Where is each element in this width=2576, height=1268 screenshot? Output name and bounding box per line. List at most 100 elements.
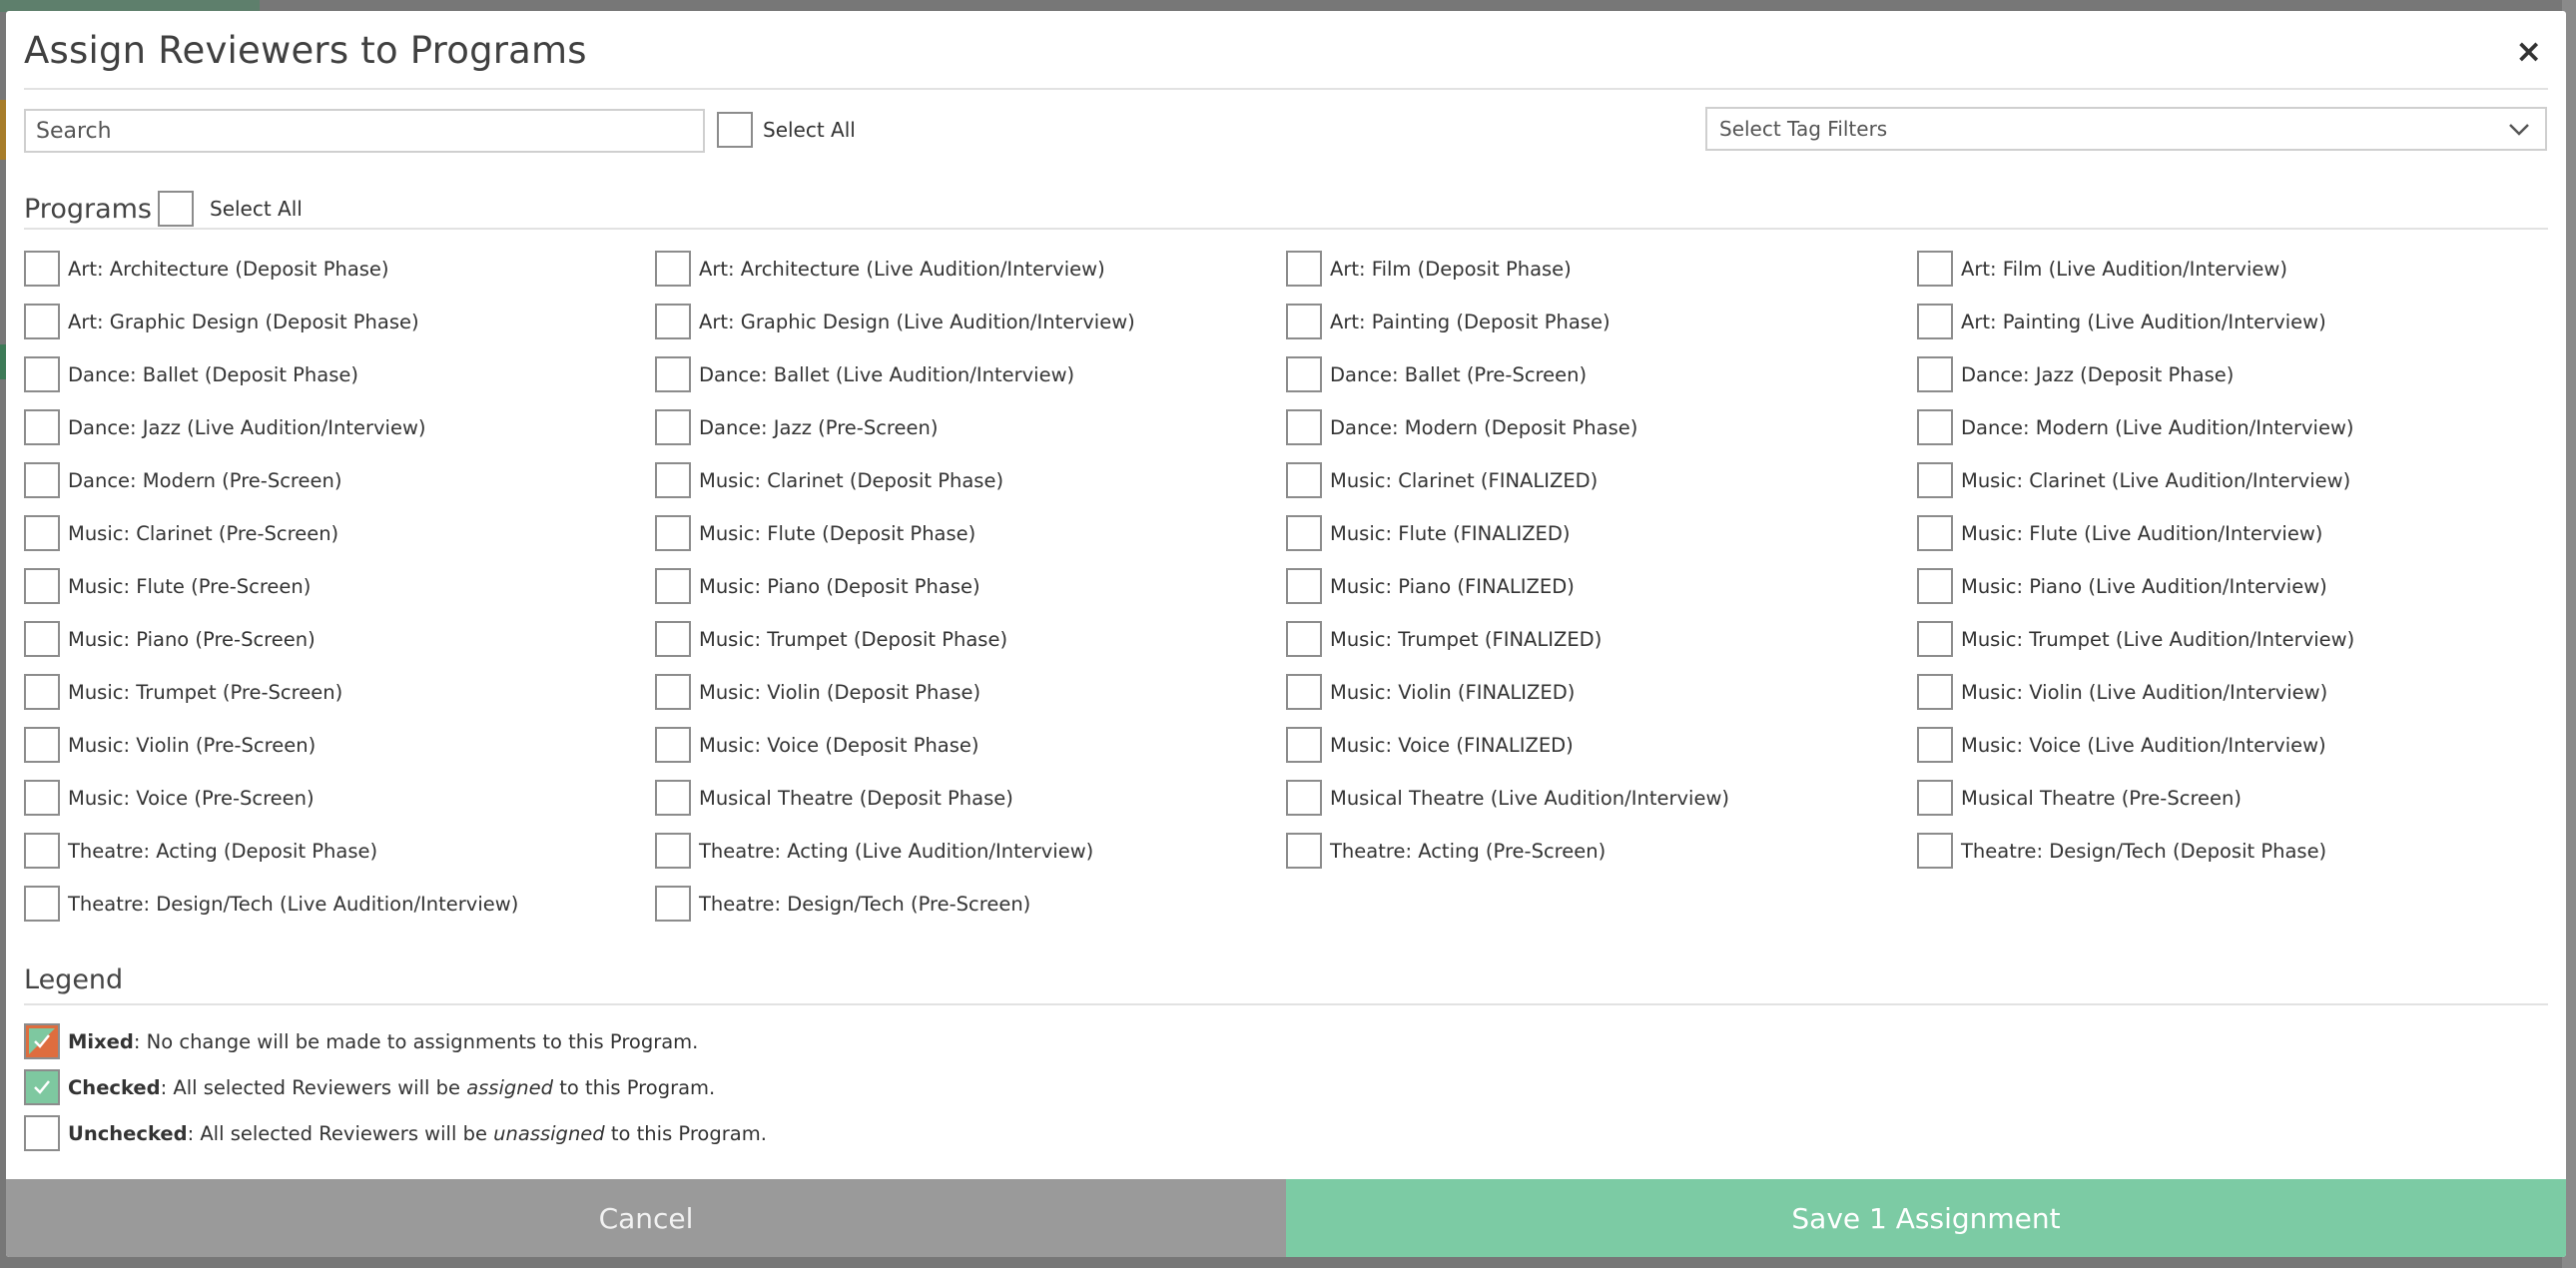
program-checkbox[interactable] (655, 780, 691, 816)
program-item[interactable]: Music: Violin (Deposit Phase) (655, 674, 1286, 710)
program-item[interactable]: Art: Painting (Deposit Phase) (1286, 304, 1917, 339)
program-checkbox[interactable] (1917, 251, 1953, 287)
select-all-search-results[interactable]: Select All (717, 112, 856, 148)
program-checkbox[interactable] (655, 727, 691, 763)
program-item[interactable]: Music: Clarinet (Deposit Phase) (655, 462, 1286, 498)
program-checkbox[interactable] (655, 833, 691, 869)
program-checkbox[interactable] (1917, 462, 1953, 498)
program-item[interactable]: Dance: Modern (Live Audition/Interview) (1917, 409, 2548, 445)
program-item[interactable]: Music: Voice (Deposit Phase) (655, 727, 1286, 763)
program-item[interactable]: Dance: Jazz (Deposit Phase) (1917, 356, 2548, 392)
program-checkbox[interactable] (1917, 356, 1953, 392)
save-assignment-button[interactable]: Save 1 Assignment (1286, 1179, 2566, 1257)
program-item[interactable]: Music: Flute (Live Audition/Interview) (1917, 515, 2548, 551)
program-checkbox[interactable] (24, 356, 60, 392)
program-item[interactable]: Musical Theatre (Live Audition/Interview… (1286, 780, 1917, 816)
programs-select-all-checkbox[interactable] (158, 191, 194, 227)
program-checkbox[interactable] (655, 568, 691, 604)
program-checkbox[interactable] (1286, 515, 1322, 551)
program-item[interactable]: Art: Film (Live Audition/Interview) (1917, 251, 2548, 287)
program-checkbox[interactable] (655, 674, 691, 710)
program-item[interactable]: Musical Theatre (Pre-Screen) (1917, 780, 2548, 816)
program-item[interactable]: Music: Flute (FINALIZED) (1286, 515, 1917, 551)
program-checkbox[interactable] (655, 251, 691, 287)
program-item[interactable]: Theatre: Design/Tech (Live Audition/Inte… (24, 886, 655, 922)
search-input[interactable] (24, 109, 705, 153)
program-checkbox[interactable] (655, 621, 691, 657)
program-item[interactable]: Music: Trumpet (Deposit Phase) (655, 621, 1286, 657)
program-checkbox[interactable] (24, 409, 60, 445)
program-item[interactable]: Theatre: Design/Tech (Pre-Screen) (655, 886, 1286, 922)
program-item[interactable]: Music: Trumpet (Pre-Screen) (24, 674, 655, 710)
program-item[interactable]: Music: Violin (Live Audition/Interview) (1917, 674, 2548, 710)
program-item[interactable]: Music: Violin (FINALIZED) (1286, 674, 1917, 710)
program-item[interactable]: Art: Architecture (Live Audition/Intervi… (655, 251, 1286, 287)
program-checkbox[interactable] (1286, 251, 1322, 287)
program-item[interactable]: Music: Voice (FINALIZED) (1286, 727, 1917, 763)
tag-filter-dropdown[interactable]: Select Tag Filters (1705, 107, 2547, 151)
program-item[interactable]: Music: Voice (Pre-Screen) (24, 780, 655, 816)
program-item[interactable]: Music: Clarinet (Live Audition/Interview… (1917, 462, 2548, 498)
program-checkbox[interactable] (24, 727, 60, 763)
program-checkbox[interactable] (1917, 568, 1953, 604)
program-item[interactable]: Art: Architecture (Deposit Phase) (24, 251, 655, 287)
program-item[interactable]: Dance: Jazz (Pre-Screen) (655, 409, 1286, 445)
program-checkbox[interactable] (24, 304, 60, 339)
program-checkbox[interactable] (1286, 674, 1322, 710)
program-checkbox[interactable] (1917, 621, 1953, 657)
program-item[interactable]: Art: Graphic Design (Deposit Phase) (24, 304, 655, 339)
program-item[interactable]: Music: Trumpet (Live Audition/Interview) (1917, 621, 2548, 657)
program-checkbox[interactable] (24, 833, 60, 869)
program-item[interactable]: Music: Trumpet (FINALIZED) (1286, 621, 1917, 657)
program-item[interactable]: Theatre: Acting (Deposit Phase) (24, 833, 655, 869)
program-checkbox[interactable] (655, 356, 691, 392)
program-item[interactable]: Dance: Ballet (Pre-Screen) (1286, 356, 1917, 392)
program-checkbox[interactable] (1286, 462, 1322, 498)
program-checkbox[interactable] (655, 409, 691, 445)
program-item[interactable]: Dance: Ballet (Deposit Phase) (24, 356, 655, 392)
program-checkbox[interactable] (655, 515, 691, 551)
program-item[interactable]: Music: Piano (Pre-Screen) (24, 621, 655, 657)
program-checkbox[interactable] (1286, 304, 1322, 339)
program-checkbox[interactable] (1286, 833, 1322, 869)
program-item[interactable]: Music: Flute (Deposit Phase) (655, 515, 1286, 551)
program-item[interactable]: Music: Piano (Live Audition/Interview) (1917, 568, 2548, 604)
program-checkbox[interactable] (1286, 780, 1322, 816)
program-item[interactable]: Dance: Modern (Deposit Phase) (1286, 409, 1917, 445)
program-item[interactable]: Theatre: Design/Tech (Deposit Phase) (1917, 833, 2548, 869)
program-checkbox[interactable] (1286, 621, 1322, 657)
program-checkbox[interactable] (1917, 515, 1953, 551)
program-checkbox[interactable] (655, 462, 691, 498)
program-item[interactable]: Art: Painting (Live Audition/Interview) (1917, 304, 2548, 339)
program-checkbox[interactable] (24, 886, 60, 922)
program-checkbox[interactable] (1917, 304, 1953, 339)
program-checkbox[interactable] (1917, 409, 1953, 445)
program-checkbox[interactable] (1286, 409, 1322, 445)
program-item[interactable]: Dance: Ballet (Live Audition/Interview) (655, 356, 1286, 392)
program-checkbox[interactable] (24, 462, 60, 498)
program-item[interactable]: Music: Voice (Live Audition/Interview) (1917, 727, 2548, 763)
program-item[interactable]: Music: Flute (Pre-Screen) (24, 568, 655, 604)
close-icon[interactable]: × (2515, 29, 2542, 73)
program-item[interactable]: Dance: Jazz (Live Audition/Interview) (24, 409, 655, 445)
cancel-button[interactable]: Cancel (6, 1179, 1286, 1257)
program-item[interactable]: Music: Clarinet (FINALIZED) (1286, 462, 1917, 498)
program-item[interactable]: Dance: Modern (Pre-Screen) (24, 462, 655, 498)
program-checkbox[interactable] (655, 304, 691, 339)
program-item[interactable]: Musical Theatre (Deposit Phase) (655, 780, 1286, 816)
program-checkbox[interactable] (1917, 727, 1953, 763)
program-item[interactable]: Music: Violin (Pre-Screen) (24, 727, 655, 763)
program-checkbox[interactable] (24, 780, 60, 816)
program-checkbox[interactable] (24, 251, 60, 287)
program-checkbox[interactable] (1917, 780, 1953, 816)
program-checkbox[interactable] (24, 621, 60, 657)
program-checkbox[interactable] (24, 568, 60, 604)
program-item[interactable]: Music: Piano (Deposit Phase) (655, 568, 1286, 604)
program-checkbox[interactable] (1917, 833, 1953, 869)
program-checkbox[interactable] (1286, 727, 1322, 763)
program-checkbox[interactable] (1917, 674, 1953, 710)
program-checkbox[interactable] (1286, 568, 1322, 604)
select-all-checkbox[interactable] (717, 112, 753, 148)
program-checkbox[interactable] (24, 674, 60, 710)
program-checkbox[interactable] (1286, 356, 1322, 392)
